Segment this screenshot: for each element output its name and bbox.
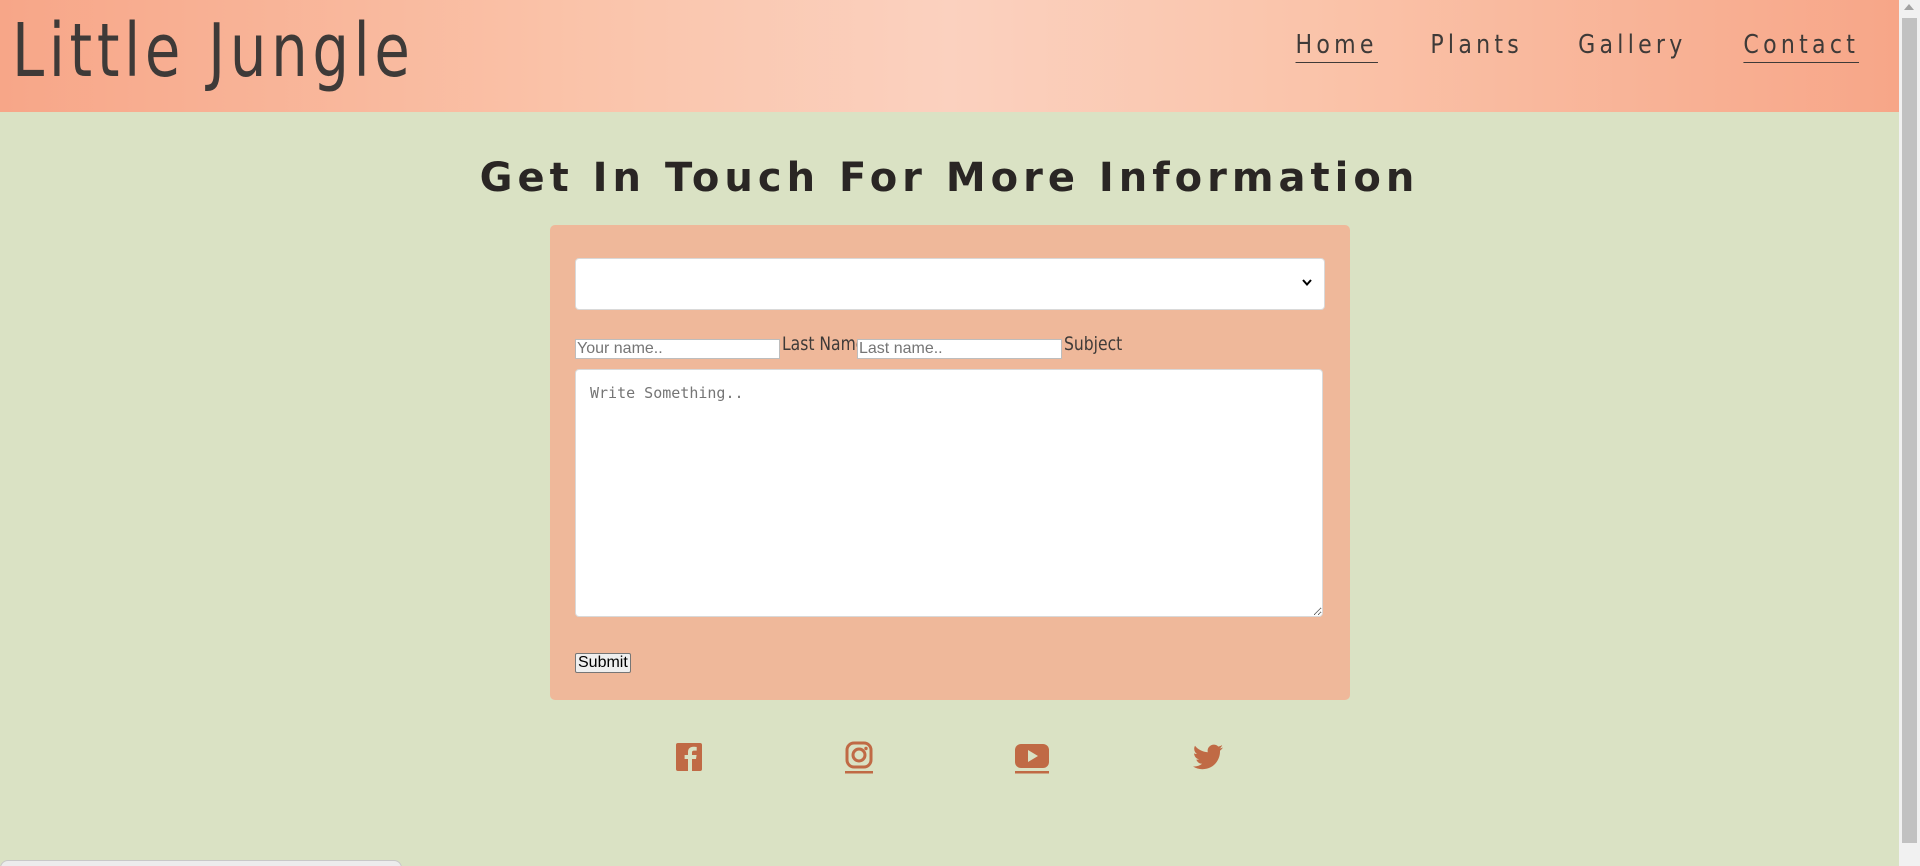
instagram-icon[interactable] bbox=[841, 740, 877, 774]
twitter-icon[interactable] bbox=[1190, 740, 1226, 774]
nav-link-plants[interactable]: Plants bbox=[1431, 28, 1524, 63]
scroll-up-arrow-icon[interactable] bbox=[1904, 4, 1914, 10]
submit-button[interactable]: Submit bbox=[575, 653, 631, 673]
page: Little Jungle Home Plants Gallery Contac… bbox=[0, 0, 1920, 866]
subject-label: Subject bbox=[1064, 333, 1123, 355]
last-name-label: Last Name bbox=[782, 333, 866, 355]
nav-link-contact[interactable]: Contact bbox=[1743, 28, 1859, 63]
message-textarea[interactable] bbox=[575, 369, 1323, 617]
contact-form: Submit bbox=[550, 225, 1350, 700]
nav-link-gallery[interactable]: Gallery bbox=[1578, 28, 1686, 63]
country-select[interactable] bbox=[575, 258, 1325, 310]
vertical-scrollbar[interactable] bbox=[1899, 0, 1920, 866]
site-logo[interactable]: Little Jungle bbox=[12, 6, 415, 96]
status-bubble bbox=[0, 860, 402, 866]
scrollbar-thumb[interactable] bbox=[1902, 18, 1917, 843]
last-name-input[interactable] bbox=[857, 339, 1062, 359]
youtube-icon[interactable] bbox=[1014, 740, 1050, 774]
facebook-icon[interactable] bbox=[671, 740, 707, 774]
main-nav: Home Plants Gallery Contact bbox=[1245, 28, 1859, 63]
first-name-input[interactable] bbox=[575, 339, 780, 359]
site-header: Little Jungle Home Plants Gallery Contac… bbox=[0, 0, 1899, 112]
chevron-down-icon bbox=[1302, 279, 1312, 287]
nav-link-home[interactable]: Home bbox=[1295, 28, 1379, 63]
page-title: Get In Touch For More Information bbox=[479, 154, 1420, 201]
